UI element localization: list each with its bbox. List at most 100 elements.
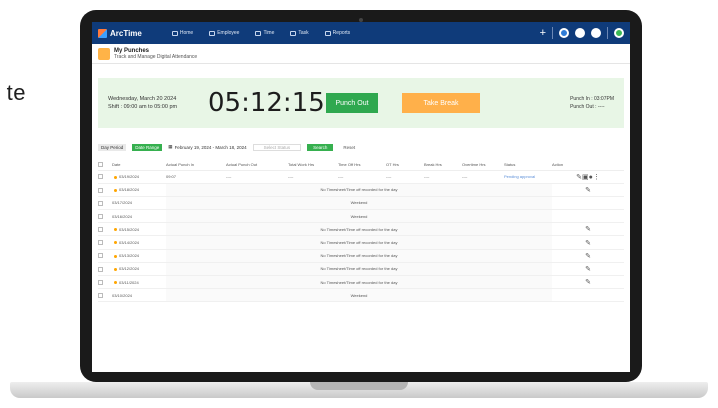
- settings-icon[interactable]: [575, 28, 585, 38]
- col-time-off[interactable]: Time Off Hrs: [338, 160, 386, 171]
- logo-icon: [98, 28, 107, 38]
- app-screen: ArcTime Home Employee Time Task Reports …: [92, 22, 630, 372]
- col-ot[interactable]: OT Hrs: [386, 160, 424, 171]
- alert-icon[interactable]: [591, 28, 601, 38]
- row-message: Weekend: [166, 196, 552, 211]
- row-date: 03/10/2024: [112, 288, 166, 303]
- status-dot: [114, 267, 117, 271]
- punch-panel: Wednesday, March 20 2024 Shift : 09:00 a…: [98, 78, 624, 128]
- col-total-work[interactable]: Total Work Hrs: [288, 160, 338, 171]
- nav-label: Employee: [217, 30, 240, 36]
- nav-home[interactable]: Home: [171, 30, 194, 36]
- table-row: 03/14/2024 No Timesheet/Time off recorde…: [98, 235, 624, 250]
- row-status[interactable]: Pending approval: [504, 170, 552, 184]
- col-action: Action: [552, 160, 624, 171]
- status-dot: [114, 188, 117, 192]
- row-checkbox[interactable]: [98, 187, 103, 193]
- col-overtime[interactable]: Overtime Hrs: [462, 160, 504, 171]
- row-checkbox[interactable]: [98, 253, 103, 259]
- status-dot: [114, 241, 117, 245]
- col-status[interactable]: Status: [504, 160, 552, 171]
- divider: [607, 27, 608, 39]
- row-message: No Timesheet/Time off recorded for the d…: [166, 222, 552, 237]
- nav-employee[interactable]: Employee: [209, 30, 239, 36]
- nav-label: Reports: [332, 30, 351, 36]
- row-checkbox[interactable]: [98, 227, 103, 233]
- divider: [552, 27, 553, 39]
- table-row: 03/15/2024 No Timesheet/Time off recorde…: [98, 222, 624, 237]
- notification-icon[interactable]: [559, 28, 569, 38]
- nav-label: Task: [298, 30, 309, 36]
- top-navbar: ArcTime Home Employee Time Task Reports …: [92, 22, 630, 44]
- row-punch-out: ----: [226, 170, 288, 184]
- table-row: 03/18/2024 No Timesheet/Time off recorde…: [98, 183, 624, 197]
- row-date: 03/17/2024: [112, 196, 166, 211]
- nav-reports[interactable]: Reports: [324, 30, 351, 36]
- row-message: No Timesheet/Time off recorded for the d…: [166, 275, 552, 290]
- topbar-actions: +: [540, 27, 624, 39]
- shift-info: Shift : 09:00 am to 05:00 pm: [108, 104, 178, 110]
- punch-date-block: Wednesday, March 20 2024 Shift : 09:00 a…: [108, 95, 208, 111]
- take-break-button[interactable]: Take Break: [402, 93, 480, 113]
- row-actions[interactable]: ✎▣●⋮: [552, 170, 624, 184]
- row-checkbox[interactable]: [98, 266, 103, 272]
- app-name: ArcTime: [110, 28, 142, 38]
- col-punch-out[interactable]: Actual Punch Out: [226, 160, 288, 171]
- page-subtitle: Track and Manage Digital Attendance: [114, 53, 198, 60]
- table-row: 03/13/2024 No Timesheet/Time off recorde…: [98, 249, 624, 263]
- status-select[interactable]: Select Status: [252, 143, 302, 151]
- search-button[interactable]: Search: [307, 143, 334, 151]
- edit-icon[interactable]: ✎: [552, 183, 624, 197]
- laptop-notch: [310, 382, 408, 390]
- row-message: No Timesheet/Time off recorded for the d…: [166, 262, 552, 277]
- day-period-tab[interactable]: Day Period: [98, 143, 127, 151]
- table-row: 03/19/2024 09:07 ---- ---- ---- ---- ---…: [98, 170, 624, 184]
- filter-bar: Day Period Date Range ▦ February 19, 2024…: [98, 142, 624, 152]
- status-dot: [114, 281, 117, 285]
- nav-time[interactable]: Time: [255, 30, 274, 36]
- table-row: 03/11/2024 No Timesheet/Time off recorde…: [98, 275, 624, 290]
- nav-label: Time: [263, 30, 275, 36]
- reset-button[interactable]: Reset: [339, 144, 359, 151]
- row-message: No Timesheet/Time off recorded for the d…: [166, 235, 552, 250]
- plus-icon[interactable]: +: [540, 27, 546, 39]
- edit-icon[interactable]: ✎: [552, 235, 624, 250]
- reports-icon: [324, 30, 331, 36]
- punch-in-info: Punch In : 03:07PM: [570, 96, 614, 102]
- edit-icon[interactable]: ✎: [552, 222, 624, 237]
- edit-icon[interactable]: ✎: [552, 275, 624, 290]
- page-title-block: My Punches Track and Manage Digital Atte…: [114, 48, 197, 60]
- select-all-checkbox[interactable]: [98, 162, 103, 168]
- row-checkbox[interactable]: [98, 240, 103, 246]
- side-text-label: te: [6, 80, 26, 105]
- attendance-table: Date Actual Punch In Actual Punch Out To…: [98, 160, 624, 303]
- avatar[interactable]: [614, 28, 624, 38]
- row-checkbox[interactable]: [98, 293, 103, 298]
- side-text: te: [0, 80, 26, 112]
- nav-label: Home: [179, 30, 194, 36]
- col-break[interactable]: Break Hrs: [424, 160, 462, 171]
- status-dot: [114, 175, 117, 179]
- row-checkbox[interactable]: [98, 200, 103, 206]
- date-range-tab[interactable]: Date Range: [132, 143, 163, 151]
- table-row: 03/12/2024 No Timesheet/Time off recorde…: [98, 262, 624, 277]
- row-date: 03/18/2024: [119, 187, 140, 193]
- row-message: No Timesheet/Time off recorded for the d…: [166, 183, 552, 197]
- punch-out-button[interactable]: Punch Out: [326, 93, 378, 113]
- row-checkbox[interactable]: [98, 279, 103, 285]
- table-row: 03/16/2024 Weekend: [98, 209, 624, 224]
- edit-icon[interactable]: ✎: [552, 262, 624, 277]
- task-icon: [290, 30, 297, 36]
- row-checkbox[interactable]: [98, 174, 103, 180]
- row-message: No Timesheet/Time off recorded for the d…: [166, 249, 552, 263]
- edit-icon[interactable]: ✎: [552, 249, 624, 263]
- row-date: 03/11/2024: [119, 279, 139, 285]
- row-checkbox[interactable]: [98, 213, 103, 219]
- nav-task[interactable]: Task: [290, 30, 309, 36]
- app-logo[interactable]: ArcTime: [98, 28, 142, 38]
- row-overtime: ----: [462, 170, 504, 184]
- col-punch-in[interactable]: Actual Punch In: [166, 160, 226, 171]
- col-date[interactable]: Date: [112, 160, 166, 171]
- row-date: 03/13/2024: [119, 253, 140, 259]
- date-range-picker[interactable]: ▦ February 19, 2024 - March 18, 2024: [168, 144, 246, 150]
